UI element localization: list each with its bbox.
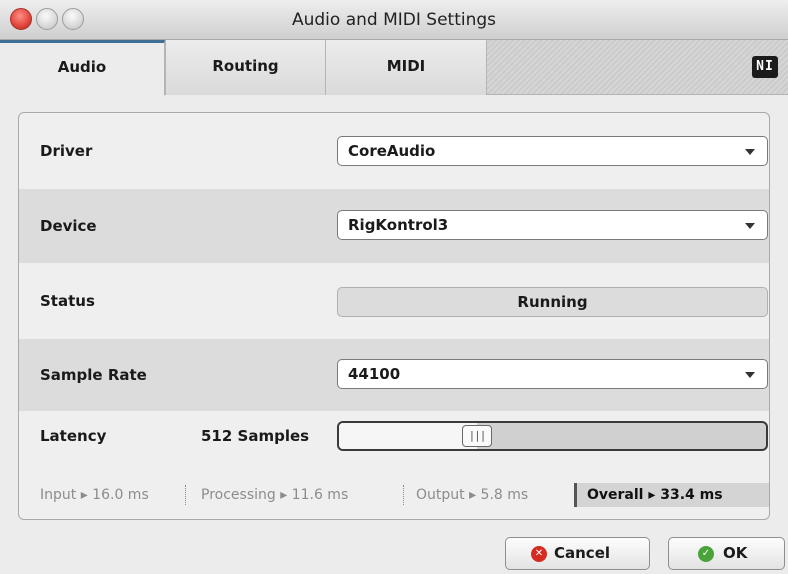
sample-rate-select[interactable]: 44100: [337, 359, 768, 389]
overall-latency: Overall ▸ 33.4 ms: [574, 483, 769, 507]
chevron-down-icon: [745, 149, 755, 155]
cancel-button-label: Cancel: [554, 544, 611, 562]
tab-audio[interactable]: Audio: [0, 40, 165, 96]
device-label: Device: [40, 217, 97, 235]
status-label: Status: [40, 292, 95, 310]
device-row: Device RigKontrol3: [19, 189, 769, 263]
status-display: Running: [337, 287, 768, 317]
sample-rate-select-value: 44100: [348, 365, 401, 383]
processing-latency: Processing ▸ 11.6 ms: [201, 487, 349, 503]
x-circle-icon: ✕: [531, 546, 547, 562]
native-instruments-logo: NI: [752, 56, 778, 78]
check-circle-icon: ✓: [698, 546, 714, 562]
audio-settings-panel: Driver CoreAudio Device RigKontrol3 Stat…: [18, 112, 770, 520]
chevron-down-icon: [745, 223, 755, 229]
latency-value: 512 Samples: [201, 427, 310, 445]
title-bar: Audio and MIDI Settings: [0, 0, 788, 40]
driver-label: Driver: [40, 142, 93, 160]
ok-button[interactable]: ✓ OK: [668, 537, 785, 570]
driver-select-value: CoreAudio: [348, 142, 436, 160]
device-select-value: RigKontrol3: [348, 216, 449, 234]
cancel-button[interactable]: ✕ Cancel: [505, 537, 650, 570]
status-row: Status Running: [19, 263, 769, 339]
tab-midi[interactable]: MIDI: [326, 40, 487, 95]
latency-slider-thumb[interactable]: |||: [462, 425, 492, 447]
tab-bar: Audio Routing MIDI NI: [0, 40, 788, 96]
window-title: Audio and MIDI Settings: [291, 10, 497, 30]
divider: [403, 485, 404, 505]
input-latency: Input ▸ 16.0 ms: [40, 487, 149, 503]
driver-row: Driver CoreAudio: [19, 113, 769, 189]
divider: [185, 485, 186, 505]
latency-row: Latency 512 Samples ||| Input ▸ 16.0 ms …: [19, 411, 769, 519]
output-latency: Output ▸ 5.8 ms: [416, 487, 529, 503]
ok-button-label: OK: [723, 544, 748, 562]
tab-routing[interactable]: Routing: [165, 40, 326, 95]
latency-slider[interactable]: |||: [337, 421, 768, 451]
sample-rate-label: Sample Rate: [40, 366, 147, 384]
sample-rate-row: Sample Rate 44100: [19, 339, 769, 411]
latency-slider-fill: [339, 423, 477, 449]
chevron-down-icon: [745, 372, 755, 378]
device-select[interactable]: RigKontrol3: [337, 210, 768, 240]
latency-label: Latency: [40, 427, 107, 445]
driver-select[interactable]: CoreAudio: [337, 136, 768, 166]
